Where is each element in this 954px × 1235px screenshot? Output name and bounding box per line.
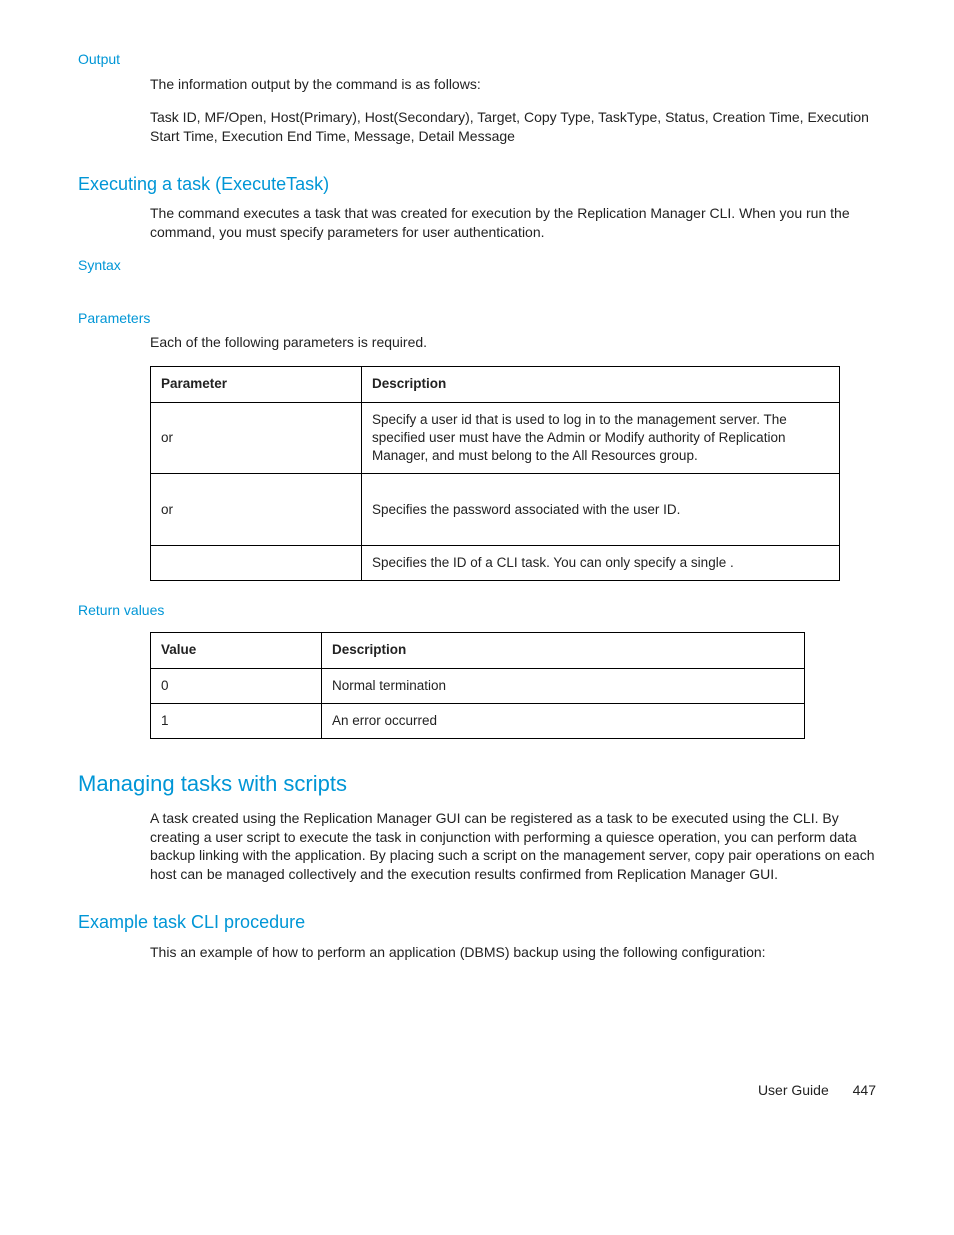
output-line2: Task ID, MF/Open, Host(Primary), Host(Se… (150, 108, 876, 146)
cell-param: or (151, 474, 362, 546)
executing-task-heading: Executing a task (ExecuteTask) (78, 172, 876, 196)
executing-task-paragraph: The command executes a task that was cre… (150, 204, 876, 242)
col-description: Description (322, 633, 805, 668)
col-parameter: Parameter (151, 367, 362, 402)
managing-scripts-heading: Managing tasks with scripts (78, 769, 876, 799)
cell-desc: An error occurred (322, 703, 805, 738)
return-values-heading: Return values (78, 601, 876, 620)
cell-desc: Specifies the password associated with t… (362, 474, 840, 546)
parameters-intro: Each of the following parameters is requ… (150, 333, 876, 352)
text: The (150, 205, 178, 221)
parameters-heading: Parameters (78, 309, 876, 328)
cell-param (151, 546, 362, 581)
table-row: Specifies the ID of a CLI task. You can … (151, 546, 840, 581)
example-procedure-paragraph: This an example of how to perform an app… (150, 943, 876, 962)
col-description: Description (362, 367, 840, 402)
output-line1: The information output by the command is… (150, 75, 876, 94)
output-heading: Output (78, 50, 876, 69)
cell-desc: Normal termination (322, 668, 805, 703)
doc-title: User Guide (758, 1082, 829, 1098)
return-values-table: Value Description 0 Normal termination 1… (150, 632, 805, 739)
table-row: or Specifies the password associated wit… (151, 474, 840, 546)
page-footer: User Guide 447 (78, 1081, 876, 1100)
cell-param: or (151, 402, 362, 474)
parameters-table: Parameter Description or Specify a user … (150, 366, 840, 581)
text: command is as follows: (336, 76, 481, 92)
syntax-heading: Syntax (78, 256, 876, 275)
table-row: or Specify a user id that is used to log… (151, 402, 840, 474)
text: The information output by the (150, 76, 336, 92)
text: command, you must specify parameters for… (150, 224, 545, 240)
cell-desc: Specifies the ID of a CLI task. You can … (362, 546, 840, 581)
example-procedure-heading: Example task CLI procedure (78, 910, 876, 934)
cell-value: 1 (151, 703, 322, 738)
managing-scripts-paragraph: A task created using the Replication Man… (150, 809, 876, 885)
text: command executes a task that was created… (178, 205, 850, 221)
cell-value: 0 (151, 668, 322, 703)
table-row: 1 An error occurred (151, 703, 805, 738)
cell-desc: Specify a user id that is used to log in… (362, 402, 840, 474)
page-number: 447 (853, 1082, 876, 1098)
col-value: Value (151, 633, 322, 668)
table-row: 0 Normal termination (151, 668, 805, 703)
